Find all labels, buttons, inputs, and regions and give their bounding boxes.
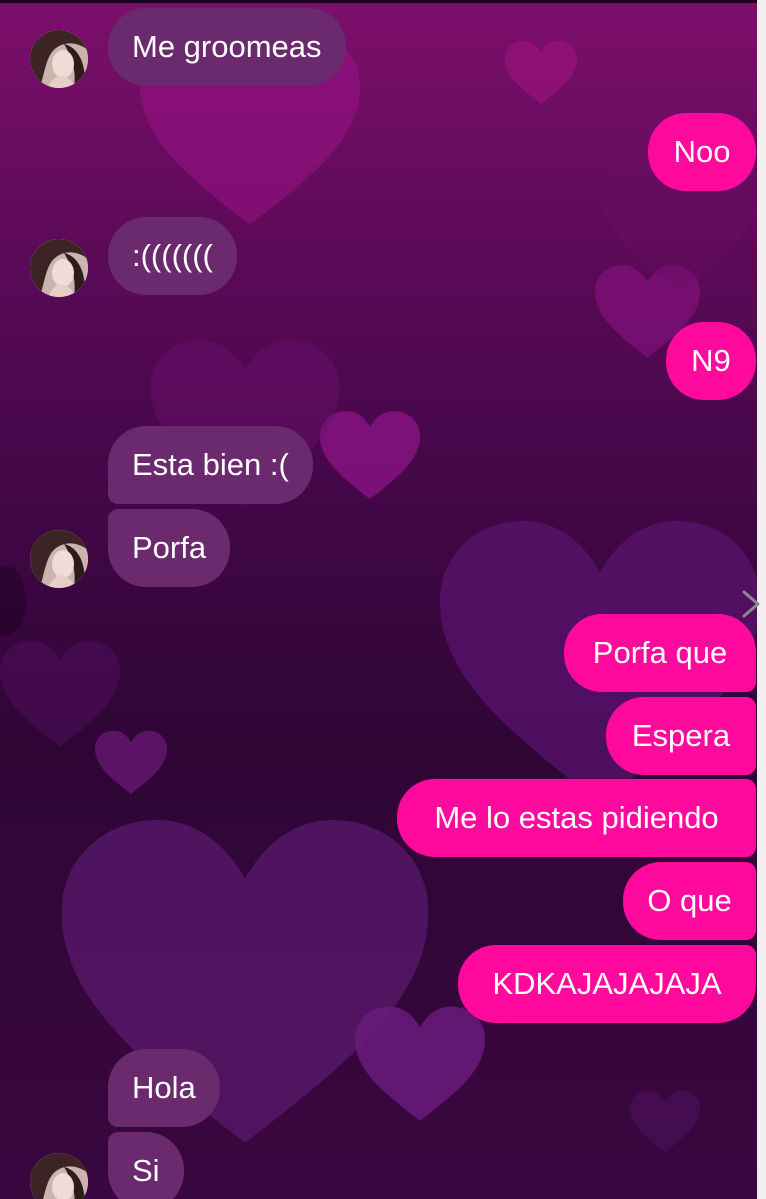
chat-thread: Me groomeas Noo :((((((( N9 Esta bien :(… [0, 0, 766, 1199]
chevron-right-icon[interactable] [738, 586, 766, 622]
message-outgoing[interactable]: O que [623, 862, 756, 940]
heart-decoration-icon [0, 641, 120, 747]
message-outgoing[interactable]: KDKAJAJAJAJA [458, 945, 756, 1023]
previous-media-button[interactable] [0, 566, 26, 636]
message-incoming[interactable]: Esta bien :( [108, 426, 313, 504]
message-incoming[interactable]: Me groomeas [108, 8, 346, 86]
contact-avatar-icon[interactable] [30, 1153, 88, 1199]
top-divider [0, 0, 766, 3]
message-outgoing[interactable]: Porfa que [564, 614, 756, 692]
message-incoming[interactable]: Hola [108, 1049, 220, 1127]
message-incoming[interactable]: :((((((( [108, 217, 237, 295]
contact-avatar-icon[interactable] [30, 239, 88, 297]
message-incoming[interactable]: Si [108, 1132, 184, 1199]
message-incoming[interactable]: Porfa [108, 509, 231, 587]
message-outgoing[interactable]: N9 [666, 322, 756, 400]
contact-avatar-icon[interactable] [30, 530, 88, 588]
heart-decoration-icon [630, 1090, 700, 1153]
heart-decoration-icon [505, 40, 577, 104]
message-outgoing[interactable]: Espera [606, 697, 756, 775]
message-outgoing[interactable]: Me lo estas pidiendo [397, 779, 756, 857]
contact-avatar-icon[interactable] [30, 30, 88, 88]
heart-decoration-icon [355, 1006, 485, 1121]
message-outgoing[interactable]: Noo [648, 113, 756, 191]
